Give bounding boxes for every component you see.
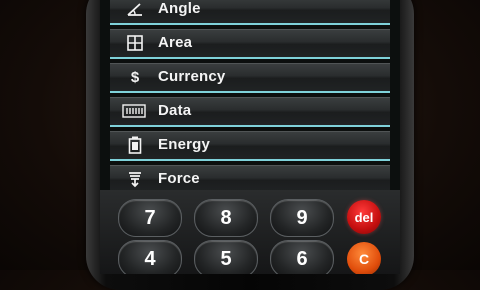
category-list: Angle Area $ Currency Data Energy Force bbox=[110, 0, 390, 199]
category-label: Angle bbox=[158, 0, 201, 17]
delete-button[interactable]: del bbox=[347, 200, 381, 234]
category-label: Area bbox=[158, 34, 193, 51]
unit-converter-screen: Angle Area $ Currency Data Energy Force … bbox=[100, 0, 400, 274]
category-item-currency[interactable]: $ Currency bbox=[110, 63, 390, 93]
key-7[interactable]: 7 bbox=[118, 199, 182, 237]
data-bits-icon bbox=[122, 102, 146, 120]
clear-button[interactable]: C bbox=[347, 242, 381, 274]
dollar-icon: $ bbox=[130, 68, 140, 86]
category-label: Currency bbox=[158, 68, 226, 85]
key-8[interactable]: 8 bbox=[194, 199, 258, 237]
key-5[interactable]: 5 bbox=[194, 240, 258, 274]
key-6[interactable]: 6 bbox=[270, 240, 334, 274]
category-label: Force bbox=[158, 170, 200, 187]
area-grid-icon bbox=[126, 34, 144, 52]
category-label: Energy bbox=[158, 136, 211, 153]
key-9[interactable]: 9 bbox=[270, 199, 334, 237]
key-4[interactable]: 4 bbox=[118, 240, 182, 274]
angle-icon bbox=[126, 0, 144, 18]
category-item-angle[interactable]: Angle bbox=[110, 0, 390, 25]
force-icon bbox=[126, 170, 144, 188]
category-item-area[interactable]: Area bbox=[110, 29, 390, 59]
battery-icon bbox=[126, 136, 144, 154]
category-item-energy[interactable]: Energy bbox=[110, 131, 390, 161]
number-keypad: 7 8 9 del 4 5 6 C bbox=[100, 190, 400, 274]
category-item-data[interactable]: Data bbox=[110, 97, 390, 127]
category-label: Data bbox=[158, 102, 192, 119]
